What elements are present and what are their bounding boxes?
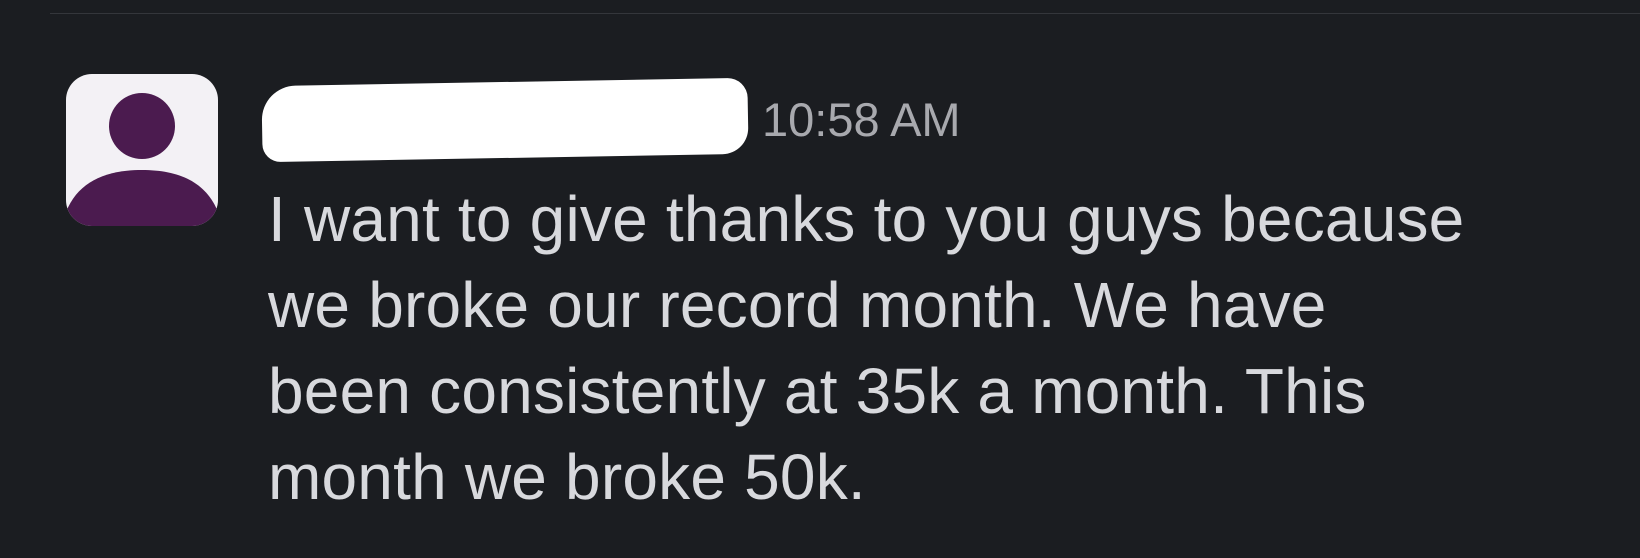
chat-screen: 10:58 AM I want to give thanks to you gu… (0, 0, 1640, 558)
message-body: I want to give thanks to you guys becaus… (268, 176, 1598, 520)
avatar-head (109, 93, 175, 159)
message-line-1: I want to give thanks to you guys becaus… (268, 183, 1465, 255)
message-line-3: been consistently at 35k a month. This (268, 355, 1367, 427)
avatar[interactable] (66, 74, 218, 226)
chat-message: 10:58 AM I want to give thanks to you gu… (0, 0, 1640, 558)
message-line-4: month we broke 50k. (268, 441, 866, 513)
avatar-body (66, 170, 218, 226)
sender-name[interactable] (270, 92, 730, 148)
message-timestamp[interactable]: 10:58 AM (762, 92, 961, 148)
message-line-2: we broke our record month. We have (268, 269, 1327, 341)
person-icon (66, 93, 218, 226)
